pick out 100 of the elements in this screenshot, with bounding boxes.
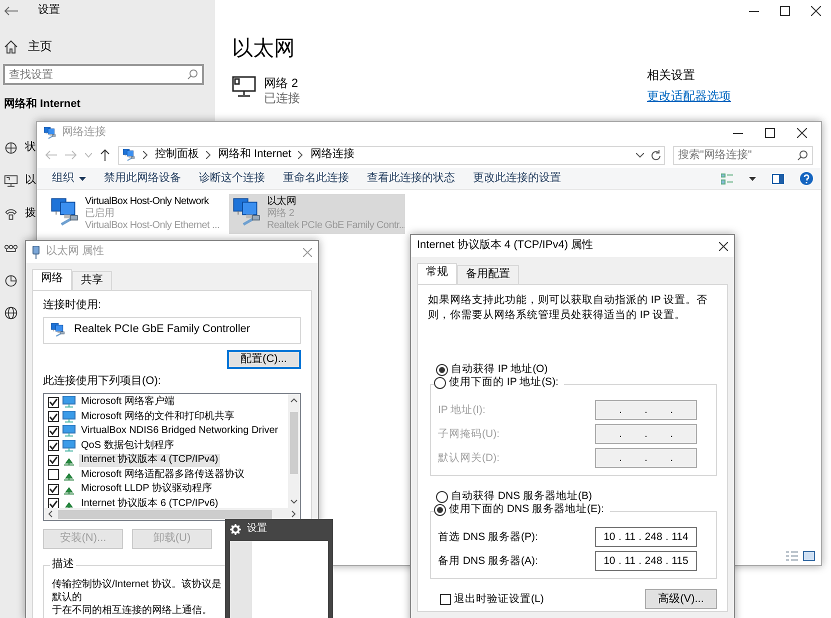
sidebar-item[interactable]: 状 [25,140,36,155]
tab[interactable]: 常规 [417,263,457,284]
sidebar-item[interactable]: 以 [25,174,36,188]
radio-button[interactable] [434,504,446,516]
scroll-left-icon[interactable] [46,508,54,520]
vertical-scrollbar[interactable] [288,394,300,508]
list-item[interactable]: Internet 协议版本 6 (TCP/IPv6) [79,498,220,510]
view-options-icon[interactable] [721,172,733,184]
ip-address-field[interactable]: 10 . 11 . 248 . 114 [595,527,697,548]
details-view-icon[interactable] [786,551,798,561]
field-label: 备用 DNS 服务器(A): [438,554,538,568]
home-icon [4,40,18,54]
radio-button[interactable] [434,376,446,389]
horizontal-scrollbar[interactable] [44,508,300,520]
phone-icon[interactable] [4,206,18,221]
close-icon[interactable] [797,128,807,138]
configure-button[interactable]: 配置(C)... [226,350,301,370]
section-heading: 网络和 Internet [4,98,82,112]
adapter-device: Realtek PCIe GbE Family Contr... [267,220,405,232]
chevron-icon [206,151,211,159]
checkbox[interactable] [48,440,59,452]
checkbox[interactable] [48,484,59,495]
ip-address-field[interactable]: 10 . 11 . 248 . 115 [595,551,697,572]
toolbar-button[interactable]: 更改此连接的设置 [466,172,568,186]
tab[interactable]: 共享 [72,271,112,290]
up-arrow-icon[interactable] [100,149,110,161]
adapter-item[interactable]: VirtualBox Host-Only Network 已启用 VirtualBox Host-Only Ethernet ... [47,194,223,234]
toolbar-button[interactable]: 重命名此连接 [276,172,356,186]
adapter-item[interactable]: 以太网 网络 2 Realtek PCIe GbE Family Contr... [229,194,405,234]
list-item[interactable]: QoS 数据包计划程序 [79,440,176,452]
field-label: 首选 DNS 服务器(P): [438,530,538,544]
settings-link[interactable]: 更改适配器选项 [647,89,731,104]
advanced-button[interactable]: 高级(V)... [645,589,717,610]
network-name[interactable]: 网络 2 [264,76,300,92]
radio-label[interactable]: 自动获得 IP 地址(O) [451,363,548,376]
preview-pane-icon[interactable] [772,174,784,184]
toolbar-button[interactable]: 禁用此网络设备 [97,172,188,186]
checkbox[interactable] [48,498,59,510]
scroll-thumb[interactable] [290,412,298,474]
caret-icon[interactable] [749,176,756,180]
adapter-name: 以太网 [267,196,298,208]
radio-button[interactable] [436,490,448,503]
checkbox[interactable] [48,454,59,466]
search-icon [797,150,808,160]
description-text: 于在不同的相互连接的网络上通信。 [52,604,213,617]
address-bar[interactable]: 控制面板 网络和 Internet 网络连接 [118,146,665,164]
ethernet-icon[interactable] [4,174,18,188]
related-heading: 相关设置 [647,68,696,83]
checkbox[interactable] [48,411,59,422]
list-item[interactable]: Microsoft 网络适配器多路传送器协议 [79,468,246,481]
globe-icon[interactable] [4,306,18,320]
checkbox[interactable] [48,396,59,408]
scroll-right-icon[interactable] [290,508,298,520]
toolbar-button[interactable]: 查看此连接的状态 [360,172,462,186]
toolbar-button[interactable]: 诊断这个连接 [192,172,272,186]
adapter-device: VirtualBox Host-Only Ethernet ... [85,220,220,232]
breadcrumb-item[interactable]: 网络和 Internet [218,148,292,162]
monitor-icon [62,425,76,438]
maximize-icon[interactable] [765,128,775,138]
dropdown-icon[interactable] [636,152,644,158]
list-item[interactable]: VirtualBox NDIS6 Bridged Networking Driver [79,425,280,438]
checkbox[interactable] [48,469,59,480]
monitor-icon [62,410,76,423]
ip-address-field: . . . [595,448,697,468]
pie-chart-icon[interactable] [4,272,18,287]
close-icon[interactable] [719,242,728,250]
sidebar-item[interactable]: 拨 [25,206,36,221]
close-icon[interactable] [811,6,821,16]
dialog-title: 以太网 属性 [46,245,104,259]
list-item[interactable]: Internet 协议版本 4 (TCP/IPv4) [79,454,220,466]
radio-label[interactable]: 自动获得 DNS 服务器地址(B) [451,490,592,504]
chevron-icon [298,151,304,159]
scroll-up-icon[interactable] [288,396,300,404]
window-title: 设置 [38,4,60,18]
help-icon[interactable] [800,172,813,185]
tab[interactable]: 网络 [32,269,72,290]
adapter-status: 网络 2 [267,208,296,220]
checkbox-label[interactable]: 退出时验证设置(L) [454,592,544,606]
checkbox[interactable] [48,426,59,437]
scroll-down-icon[interactable] [288,498,300,506]
breadcrumb-item[interactable]: 网络连接 [310,148,354,162]
radio-button[interactable] [436,364,448,376]
refresh-icon[interactable] [651,150,661,160]
search-field[interactable]: 查找设置 [3,64,204,85]
list-item[interactable]: Microsoft 网络客户端 [79,396,176,408]
page-title: 以太网 [232,36,296,62]
checkbox[interactable] [440,594,451,605]
list-item[interactable]: Microsoft 网络的文件和打印机共享 [79,410,236,423]
scroll-thumb[interactable] [58,510,272,518]
back-arrow-icon[interactable] [4,6,18,16]
toolbar-button[interactable]: 组织 [45,172,93,186]
tab[interactable]: 备用配置 [457,265,519,284]
large-icons-view-icon[interactable] [803,551,815,561]
field-label: 连接时使用: [43,298,102,312]
list-item[interactable]: Microsoft LLDP 协议驱动程序 [79,483,214,496]
home-link[interactable]: 主页 [4,39,215,54]
adapter-status: 已启用 [85,208,116,220]
maximize-icon[interactable] [780,6,790,16]
breadcrumb-item[interactable]: 控制面板 [155,148,199,162]
network-status-icon[interactable] [4,140,18,155]
